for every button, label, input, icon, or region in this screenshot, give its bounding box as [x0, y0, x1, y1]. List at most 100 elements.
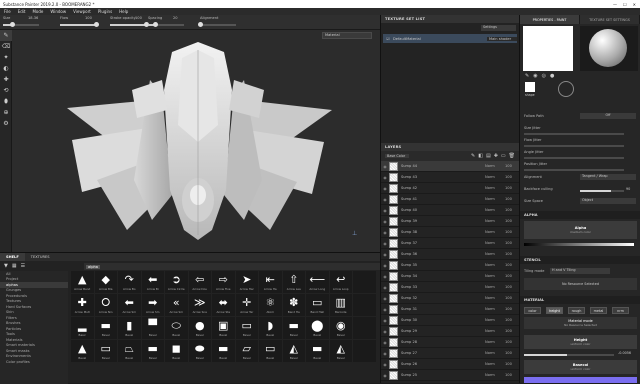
layer-row[interactable]: ◉ Sump 44 Norm 100 [381, 161, 519, 172]
property-slider[interactable] [524, 157, 624, 159]
layer-row[interactable]: ◉ Sump 29 Norm 100 [381, 326, 519, 337]
shelf-resource-tile[interactable]: ▲ Bevel [71, 340, 94, 362]
shelf-resource-tile[interactable]: ⇦ Arrow Dou [188, 271, 211, 293]
layer-opacity[interactable]: 100 [505, 197, 519, 201]
tool-option-slider[interactable] [110, 24, 146, 26]
visibility-eye-icon[interactable]: ◉ [381, 340, 389, 345]
material-picker-icon[interactable]: ⊕ [0, 107, 12, 118]
layer-opacity[interactable]: 100 [505, 285, 519, 289]
shelf-resource-tile[interactable]: ▬ Bevel [141, 340, 164, 362]
alpha-icon[interactable]: ● [550, 73, 554, 79]
visibility-eye-icon[interactable]: ◉ [381, 274, 389, 279]
shelf-resource-tile[interactable]: ➲ Arrow Circle [165, 271, 188, 293]
layer-row[interactable]: ◉ Sump 37 Norm 100 [381, 238, 519, 249]
shelf-resource-tile[interactable]: ⚛ Atom [259, 294, 282, 316]
visibility-eye-icon[interactable]: ◉ [381, 219, 389, 224]
shelf-resource-tile[interactable] [353, 317, 376, 339]
layer-opacity[interactable]: 100 [505, 175, 519, 179]
add-fill-layer-icon[interactable]: ▤ [486, 153, 491, 159]
layer-opacity[interactable]: 100 [505, 274, 519, 278]
layer-blend-mode[interactable]: Norm [485, 252, 505, 256]
layer-blend-mode[interactable]: Norm [485, 373, 505, 377]
geometry-fill-icon[interactable]: ◐ [0, 63, 12, 74]
layer-row[interactable]: ◉ Sump 43 Norm 100 [381, 172, 519, 183]
layer-opacity[interactable]: 100 [505, 373, 519, 377]
shelf-resource-tile[interactable]: ▮ Bevel [118, 317, 141, 339]
layer-blend-mode[interactable]: Norm [485, 186, 505, 190]
layer-blend-mode[interactable]: Norm [485, 208, 505, 212]
layer-blend-mode[interactable]: Norm [485, 329, 505, 333]
layer-blend-mode[interactable]: Norm [485, 307, 505, 311]
tool-option-value[interactable]: 20 [173, 16, 178, 20]
layer-blend-mode[interactable]: Norm [485, 164, 505, 168]
visibility-eye-icon[interactable]: ◉ [381, 263, 389, 268]
shelf-resource-tile[interactable]: ◆ Arrow Bla [94, 271, 117, 293]
settings-icon[interactable]: ⚙ [0, 118, 12, 129]
add-mask-icon[interactable]: ◧ [478, 153, 483, 159]
shelf-resource-tile[interactable]: ◭ Bevel [329, 340, 352, 362]
layer-row[interactable]: ◉ Sump 26 Norm 100 [381, 359, 519, 370]
shelf-resource-tile[interactable]: ✚ Arrow Mult [71, 294, 94, 316]
layer-blend-mode[interactable]: Norm [485, 197, 505, 201]
brush-icon[interactable]: ✎ [525, 73, 529, 79]
visibility-eye-icon[interactable]: ◉ [381, 329, 389, 334]
menu-help[interactable]: Help [119, 9, 128, 14]
layer-row[interactable]: ◉ Sump 36 Norm 100 [381, 249, 519, 260]
tool-option-value[interactable]: 18.36 [28, 16, 38, 20]
shelf-resource-tile[interactable]: ◼ Bevel [165, 340, 188, 362]
shelf-resource-tile[interactable]: ◉ Bevel [329, 317, 352, 339]
height-slider[interactable] [524, 354, 614, 356]
shelf-resource-tile[interactable]: ▭ Bevel [94, 340, 117, 362]
list-view-icon[interactable]: ☰ [21, 263, 25, 269]
visibility-eye-icon[interactable]: ◉ [381, 230, 389, 235]
layer-blend-mode[interactable]: Norm [485, 318, 505, 322]
paint-brush-icon[interactable]: ✎ [0, 30, 12, 41]
close-button[interactable]: ✕ [633, 2, 636, 7]
shelf-resource-tile[interactable]: ▱ Bevel [235, 340, 258, 362]
menu-file[interactable]: File [4, 9, 11, 14]
3d-viewport[interactable]: ⊥ [12, 30, 380, 252]
tab-properties-paint[interactable]: PROPERTIES - PAINT [520, 15, 580, 24]
tool-option-knob[interactable] [198, 22, 203, 27]
layer-row[interactable]: ◉ Sump 32 Norm 100 [381, 293, 519, 304]
shelf-resource-tile[interactable]: ⇨ Arrow Five [212, 271, 235, 293]
layer-opacity[interactable]: 100 [505, 241, 519, 245]
layer-opacity[interactable]: 100 [505, 263, 519, 267]
shelf-resource-tile[interactable]: ➤ Arrow Har [235, 271, 258, 293]
layer-row[interactable]: ◉ Sump 38 Norm 100 [381, 227, 519, 238]
shelf-resource-tile[interactable]: ⭘ Arrow Nin [94, 294, 117, 316]
visibility-eye-icon[interactable]: ◉ [381, 241, 389, 246]
layer-row[interactable]: ◉ Sump 34 Norm 100 [381, 271, 519, 282]
layer-blend-mode[interactable]: Norm [485, 219, 505, 223]
layer-blend-mode[interactable]: Norm [485, 296, 505, 300]
property-value[interactable]: Off [580, 113, 636, 119]
basecolor-slot[interactable]: Basecol uniform color [524, 360, 637, 374]
layer-opacity[interactable]: 100 [505, 329, 519, 333]
layer-row[interactable]: ◉ Sump 42 Norm 100 [381, 183, 519, 194]
shelf-resource-tile[interactable]: ▬ Bevel [94, 317, 117, 339]
stencil-icon[interactable]: ◎ [542, 73, 546, 79]
shelf-resource-tile[interactable]: ▀ Bevel [141, 317, 164, 339]
layer-row[interactable]: ◉ Sump 27 Norm 100 [381, 348, 519, 359]
tool-option-knob[interactable] [153, 22, 159, 27]
search-tag[interactable]: alpha [86, 264, 100, 269]
layer-row[interactable]: ◉ Sump 28 Norm 100 [381, 337, 519, 348]
visibility-eye-icon[interactable]: ◉ [381, 307, 389, 312]
layer-row[interactable]: ◉ Sump 41 Norm 100 [381, 194, 519, 205]
layer-blend-mode[interactable]: Norm [485, 340, 505, 344]
layer-row[interactable]: ◉ Sump 40 Norm 100 [381, 205, 519, 216]
layer-blend-mode[interactable]: Norm [485, 351, 505, 355]
mat-height-button[interactable]: height [546, 307, 563, 314]
tab-textures[interactable]: TEXTURES [25, 253, 56, 261]
visibility-eye-icon[interactable]: ◉ [381, 186, 389, 191]
material-icon[interactable]: ◉ [533, 73, 537, 79]
shelf-category-item[interactable]: Color profiles [0, 359, 68, 365]
tiling-select[interactable]: H and V Tiling [550, 268, 610, 274]
tool-option-slider[interactable] [60, 24, 96, 26]
shelf-resource-tile[interactable]: ◗ Bevel [259, 317, 282, 339]
layer-opacity[interactable]: 100 [505, 351, 519, 355]
property-slider[interactable] [524, 133, 624, 135]
shelf-resource-tile[interactable]: ✽ Band Ha [282, 294, 305, 316]
visibility-eye-icon[interactable]: ◉ [381, 285, 389, 290]
tool-option-knob[interactable] [94, 22, 99, 27]
